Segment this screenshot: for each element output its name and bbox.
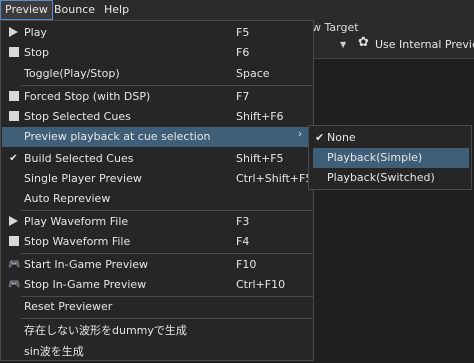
menu-item-auto-repreview[interactable]: Auto Repreview: [2, 189, 313, 209]
menu-item-forced-stop[interactable]: Forced Stop (with DSP) F7: [2, 87, 313, 107]
stop-icon: [8, 111, 19, 122]
menu-bounce[interactable]: Bounce: [50, 0, 99, 20]
shortcut-label: F3: [236, 215, 250, 228]
separator: [21, 210, 313, 211]
separator: [21, 253, 313, 254]
submenu-item-playback-simple[interactable]: Playback(Simple): [313, 148, 469, 168]
game-controller-icon: 🎮: [8, 259, 21, 270]
menu-item-start-in-game-preview[interactable]: 🎮 Start In-Game Preview F10: [2, 255, 313, 275]
shortcut-label: Shift+F5: [236, 152, 284, 165]
shortcut-label: Shift+F6: [236, 110, 284, 123]
shortcut-label: F4: [236, 235, 250, 248]
menu-item-label: Preview playback at cue selection: [24, 130, 211, 143]
menu-item-label: Toggle(Play/Stop): [24, 67, 120, 80]
use-internal-preview-button[interactable]: Use Internal Preview: [375, 38, 474, 51]
menu-item-play[interactable]: Play F5: [2, 23, 313, 43]
submenu-item-playback-switched[interactable]: Playback(Switched): [313, 168, 469, 188]
menu-item-play-waveform-file[interactable]: Play Waveform File F3: [2, 212, 313, 232]
check-icon: ✔: [315, 131, 325, 144]
menu-item-stop-in-game-preview[interactable]: 🎮 Stop In-Game Preview Ctrl+F10: [2, 275, 313, 295]
menu-bar: Preview Bounce Help: [0, 0, 474, 20]
check-icon: ✔: [9, 153, 18, 164]
menu-item-label: Stop Waveform File: [24, 235, 131, 248]
menu-item-stop-selected-cues[interactable]: Stop Selected Cues Shift+F6: [2, 107, 313, 127]
stop-icon: [8, 236, 19, 247]
menu-item-label: Forced Stop (with DSP): [24, 90, 151, 103]
menu-item-generate-sine-wave[interactable]: sin波を生成: [2, 340, 313, 360]
menu-item-label: Start In-Game Preview: [24, 258, 149, 271]
shortcut-label: Ctrl+F10: [236, 278, 286, 291]
menu-item-label: sin波を生成: [24, 345, 84, 358]
menu-item-label: 存在しない波形をdummyで生成: [24, 324, 187, 337]
dropdown-arrow-icon[interactable]: ▼: [340, 40, 346, 49]
play-icon: [8, 216, 19, 227]
menu-item-label: Stop In-Game Preview: [24, 278, 147, 291]
menu-item-label: Play Waveform File: [24, 215, 129, 228]
play-icon: [8, 27, 19, 38]
cue-selection-submenu: ✔ None Playback(Simple) Playback(Switche…: [308, 125, 472, 190]
shortcut-label: Space: [236, 67, 270, 80]
menu-item-reset-previewer[interactable]: Reset Previewer: [2, 297, 313, 317]
preview-dropdown-menu: Play F5 Stop F6 Toggle(Play/Stop) Space …: [0, 20, 314, 361]
gear-icon: ✿: [358, 35, 369, 50]
submenu-item-none[interactable]: ✔ None: [313, 128, 469, 148]
stop-icon: [8, 47, 19, 58]
shortcut-label: F7: [236, 90, 250, 103]
menu-item-label: Single Player Preview: [24, 172, 142, 185]
preview-target-label: w Target: [312, 21, 359, 34]
menu-item-stop[interactable]: Stop F6: [2, 43, 313, 63]
shortcut-label: F6: [236, 46, 250, 59]
menu-item-label: Play: [24, 26, 47, 39]
shortcut-label: F10: [236, 258, 257, 271]
menu-item-label: Reset Previewer: [24, 300, 113, 313]
shortcut-label: Ctrl+Shift+F5: [236, 172, 313, 185]
menu-item-label: Stop: [24, 46, 50, 59]
menu-item-generate-dummy-waveform[interactable]: 存在しない波形をdummyで生成: [2, 319, 313, 339]
submenu-item-label: Playback(Simple): [327, 151, 423, 164]
submenu-item-label: None: [327, 131, 356, 144]
menu-item-label: Build Selected Cues: [24, 152, 134, 165]
menu-item-stop-waveform-file[interactable]: Stop Waveform File F4: [2, 232, 313, 252]
menu-item-toggle[interactable]: Toggle(Play/Stop) Space: [2, 64, 313, 84]
menu-item-preview-playback-at-cue-selection[interactable]: Preview playback at cue selection ›: [2, 127, 313, 147]
divider: [314, 58, 474, 59]
menu-preview[interactable]: Preview: [0, 0, 53, 20]
menu-item-single-player-preview[interactable]: Single Player Preview Ctrl+Shift+F5: [2, 169, 313, 189]
game-controller-stop-icon: 🎮: [8, 279, 21, 290]
submenu-item-label: Playback(Switched): [327, 171, 435, 184]
shortcut-label: F5: [236, 26, 250, 39]
menu-item-build-selected-cues[interactable]: ✔ Build Selected Cues Shift+F5: [2, 149, 313, 169]
menu-help[interactable]: Help: [100, 0, 133, 20]
chevron-right-icon: ›: [298, 129, 302, 140]
menu-item-label: Stop Selected Cues: [24, 110, 131, 123]
separator: [21, 85, 313, 86]
stop-icon: [8, 91, 19, 102]
menu-item-label: Auto Repreview: [24, 192, 111, 205]
